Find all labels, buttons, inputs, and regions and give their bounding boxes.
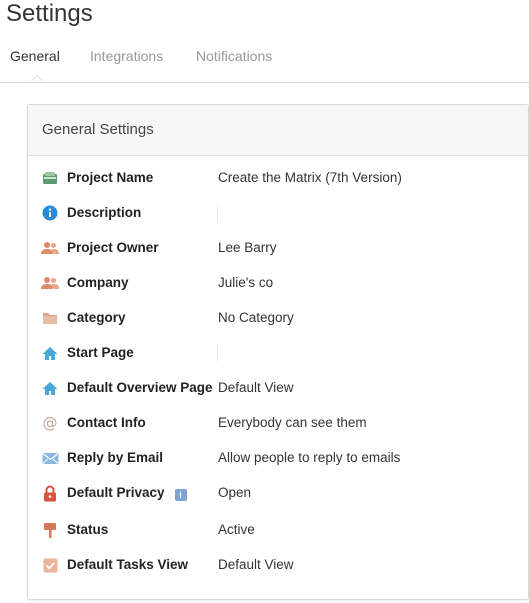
tab-general[interactable]: General bbox=[10, 48, 60, 64]
setting-row-project-owner[interactable]: Project Owner Lee Barry bbox=[28, 237, 528, 272]
setting-label: Default Privacy i bbox=[67, 484, 187, 502]
home-icon bbox=[41, 379, 59, 397]
setting-row-category[interactable]: Category No Category bbox=[28, 307, 528, 342]
setting-row-contact-info[interactable]: @ Contact Info Everybody can see them bbox=[28, 412, 528, 447]
checkbox-icon bbox=[41, 556, 59, 574]
setting-value[interactable]: Allow people to reply to emails bbox=[218, 449, 400, 467]
setting-label: Default Overview Page bbox=[67, 380, 213, 395]
setting-row-description[interactable]: Description bbox=[28, 202, 528, 237]
setting-value[interactable]: Lee Barry bbox=[218, 239, 277, 257]
page-title: Settings bbox=[6, 0, 93, 27]
empty-value-divider bbox=[217, 205, 218, 221]
setting-label: Description bbox=[67, 205, 142, 220]
setting-label: Default Tasks View bbox=[67, 557, 189, 572]
tab-notifications[interactable]: Notifications bbox=[196, 48, 272, 64]
at-sign-icon: @ bbox=[41, 414, 59, 432]
setting-value[interactable]: Default View bbox=[218, 379, 294, 397]
settings-list: Project Name Create the Matrix (7th Vers… bbox=[28, 167, 528, 589]
setting-row-company[interactable]: Company Julie's co bbox=[28, 272, 528, 307]
setting-row-default-privacy[interactable]: Default Privacy i Open bbox=[28, 482, 528, 519]
empty-value-divider bbox=[217, 345, 218, 361]
setting-value[interactable]: Open bbox=[218, 484, 251, 502]
setting-value[interactable]: Create the Matrix (7th Version) bbox=[218, 169, 402, 187]
tab-integrations[interactable]: Integrations bbox=[90, 48, 163, 64]
general-settings-panel: General Settings Project Name Create the… bbox=[27, 104, 529, 600]
setting-row-reply-by-email[interactable]: Reply by Email Allow people to reply to … bbox=[28, 447, 528, 482]
setting-row-status[interactable]: Status Active bbox=[28, 519, 528, 554]
setting-row-project-name[interactable]: Project Name Create the Matrix (7th Vers… bbox=[28, 167, 528, 202]
setting-label: Start Page bbox=[67, 345, 134, 360]
lock-icon bbox=[41, 484, 59, 502]
setting-row-default-overview-page[interactable]: Default Overview Page Default View bbox=[28, 377, 528, 412]
setting-label: Project Owner bbox=[67, 240, 159, 255]
panel-title: General Settings bbox=[28, 105, 528, 156]
setting-value[interactable]: Julie's co bbox=[218, 274, 273, 292]
setting-label-text: Default Privacy bbox=[67, 485, 165, 500]
setting-label: Company bbox=[67, 275, 129, 290]
setting-label: Status bbox=[67, 522, 109, 537]
home-icon bbox=[41, 344, 59, 362]
setting-value[interactable]: Everybody can see them bbox=[218, 414, 367, 432]
setting-value[interactable]: No Category bbox=[218, 309, 294, 327]
setting-value[interactable]: Active bbox=[218, 521, 255, 539]
info-circle-icon bbox=[41, 204, 59, 222]
people-icon bbox=[41, 239, 59, 257]
signpost-icon bbox=[41, 521, 59, 539]
setting-row-start-page[interactable]: Start Page bbox=[28, 342, 528, 377]
tab-bar: General Integrations Notifications bbox=[0, 44, 529, 83]
envelope-icon bbox=[41, 449, 59, 467]
setting-label: Category bbox=[67, 310, 126, 325]
project-box-icon bbox=[41, 169, 59, 187]
setting-row-default-tasks-view[interactable]: Default Tasks View Default View bbox=[28, 554, 528, 589]
people-icon bbox=[41, 274, 59, 292]
setting-label: Contact Info bbox=[67, 415, 146, 430]
svg-text:@: @ bbox=[43, 415, 58, 431]
setting-label: Reply by Email bbox=[67, 450, 164, 465]
privacy-info-icon[interactable]: i bbox=[174, 489, 187, 501]
setting-value[interactable]: Default View bbox=[218, 556, 294, 574]
setting-label: Project Name bbox=[67, 170, 154, 185]
folder-icon bbox=[41, 309, 59, 327]
active-tab-caret bbox=[31, 75, 43, 81]
